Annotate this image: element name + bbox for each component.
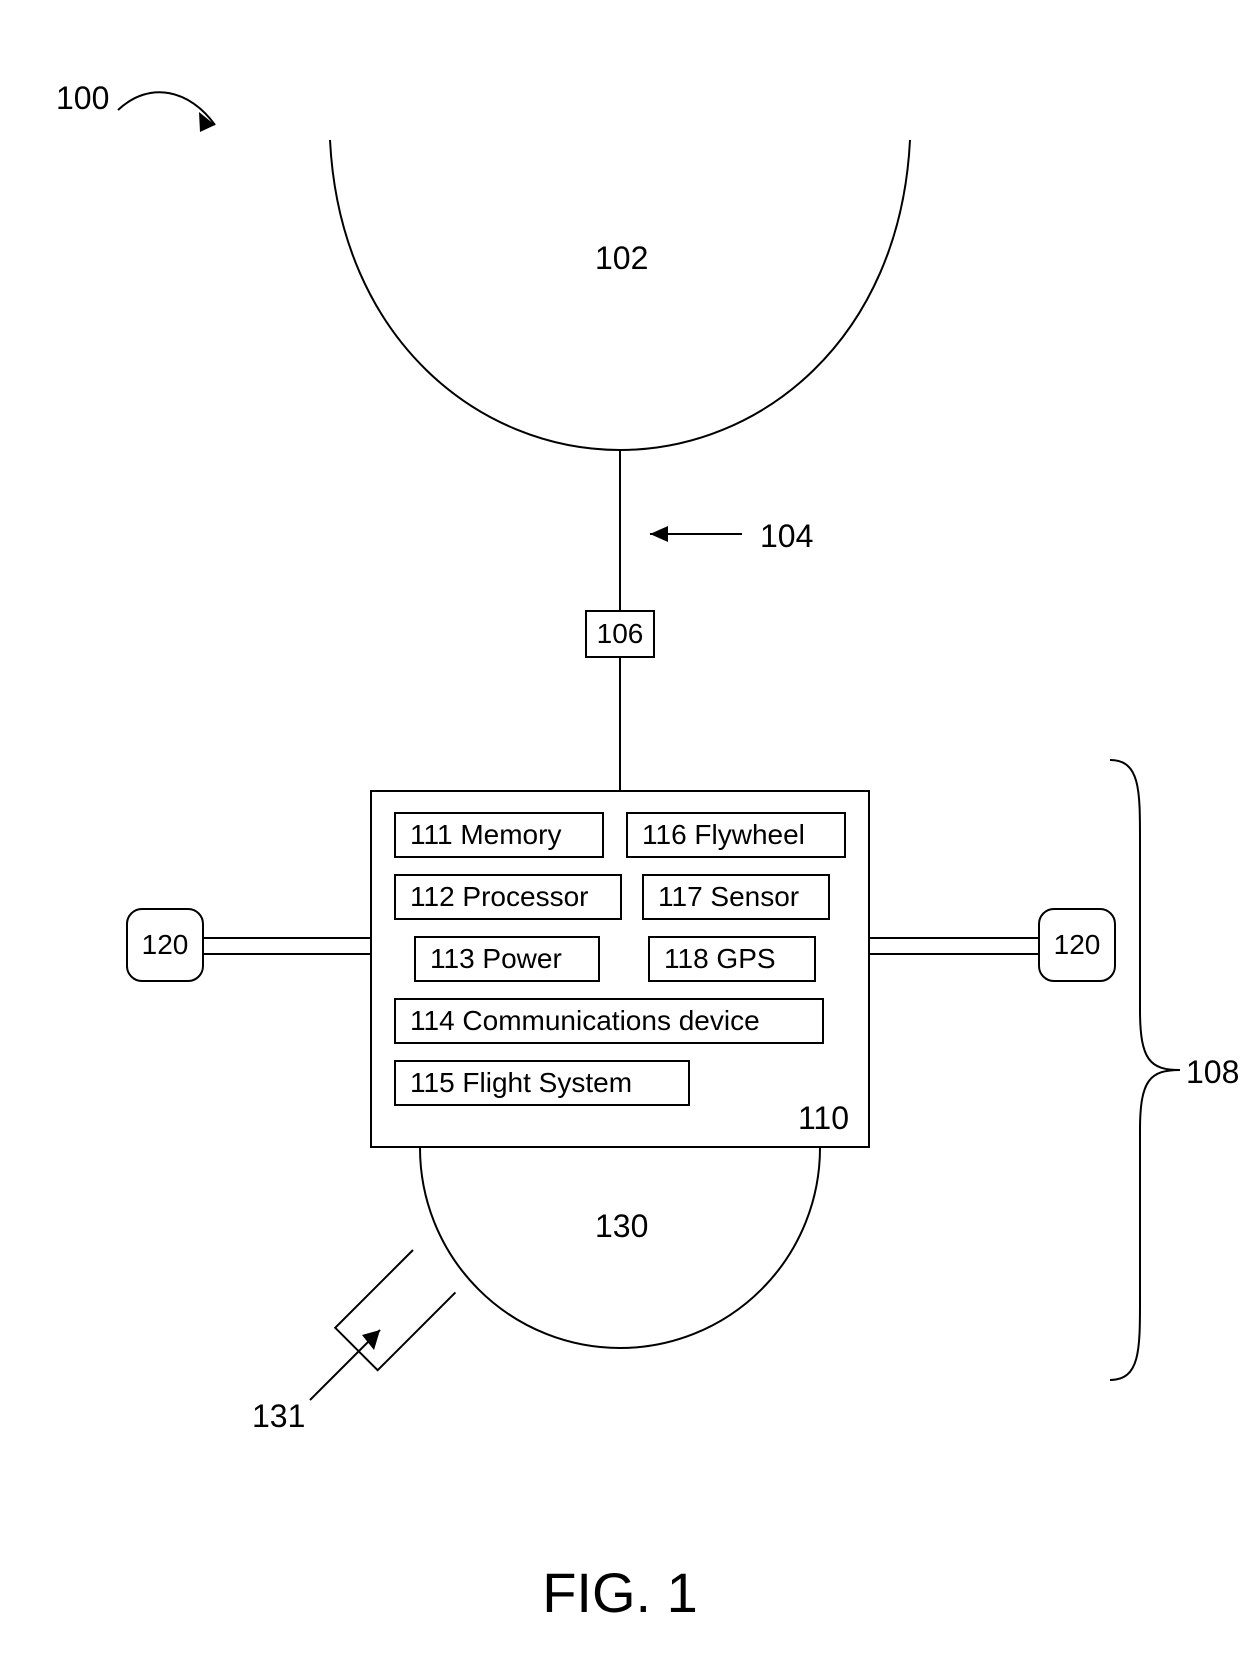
comp-114-comms: 114 Communications device xyxy=(394,998,824,1044)
comp-111-memory: 111 Memory xyxy=(394,812,604,858)
ref-110: 110 xyxy=(798,1100,849,1137)
ref-120-right: 120 xyxy=(1054,929,1101,961)
comp-112-processor: 112 Processor xyxy=(394,874,622,920)
ref-106: 106 xyxy=(597,618,644,650)
pod-120-left: 120 xyxy=(126,908,204,982)
ref-130: 130 xyxy=(595,1208,648,1245)
ref-104: 104 xyxy=(760,518,813,555)
comp-116-flywheel: 116 Flywheel xyxy=(626,812,846,858)
comp-113-label: 113 Power xyxy=(430,943,562,975)
figure-caption: FIG. 1 xyxy=(0,1560,1240,1625)
ref-131: 131 xyxy=(252,1398,305,1435)
comp-117-sensor: 117 Sensor xyxy=(642,874,830,920)
comp-112-label: 112 Processor xyxy=(410,881,588,913)
ref-106-box: 106 xyxy=(585,610,655,658)
comp-111-label: 111 Memory xyxy=(410,819,561,851)
comp-114-label: 114 Communications device xyxy=(410,1005,760,1037)
figure-1: 100 102 104 106 111 Memory 116 Flywheel … xyxy=(0,0,1240,1672)
comp-116-label: 116 Flywheel xyxy=(642,819,805,851)
comp-118-label: 118 GPS xyxy=(664,943,776,975)
comp-113-power: 113 Power xyxy=(414,936,600,982)
ref-102: 102 xyxy=(595,240,648,277)
ref-100: 100 xyxy=(56,80,109,117)
pod-120-right: 120 xyxy=(1038,908,1116,982)
comp-115-label: 115 Flight System xyxy=(410,1067,632,1099)
comp-118-gps: 118 GPS xyxy=(648,936,816,982)
ref-108: 108 xyxy=(1186,1054,1239,1091)
ref-120-left: 120 xyxy=(142,929,189,961)
comp-115-flight: 115 Flight System xyxy=(394,1060,690,1106)
comp-117-label: 117 Sensor xyxy=(658,881,799,913)
